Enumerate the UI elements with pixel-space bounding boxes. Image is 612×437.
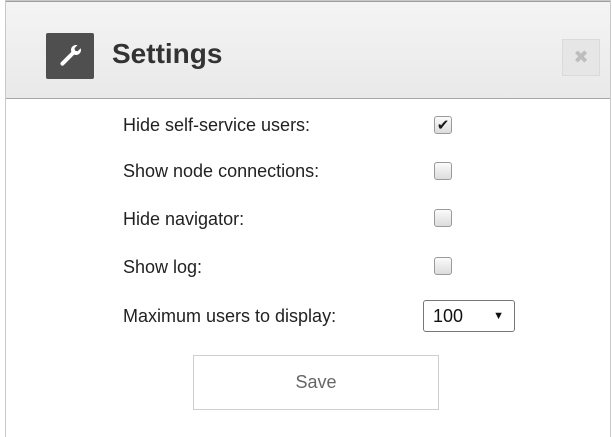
hide-navigator-checkbox[interactable] <box>434 209 452 227</box>
wrench-icon <box>46 33 94 79</box>
settings-dialog: Settings ✖ Hide self-service users: ✔ Sh… <box>5 0 611 437</box>
show-log-label: Show log: <box>123 257 203 277</box>
save-button[interactable]: Save <box>193 355 439 410</box>
hide-self-service-label: Hide self-service users: <box>123 115 311 135</box>
dialog-title: Settings <box>112 38 223 69</box>
max-users-value: 100 <box>433 306 464 326</box>
close-button[interactable]: ✖ <box>562 39 600 76</box>
max-users-select[interactable]: 100 ▼ <box>423 300 515 332</box>
show-node-connections-label: Show node connections: <box>123 161 320 181</box>
hide-self-service-checkbox[interactable]: ✔ <box>434 116 452 134</box>
close-icon: ✖ <box>573 47 589 67</box>
hide-navigator-label: Hide navigator: <box>123 209 245 229</box>
max-users-label: Maximum users to display: <box>123 306 337 326</box>
checkmark-icon: ✔ <box>436 116 450 134</box>
show-log-checkbox[interactable] <box>434 257 452 275</box>
dialog-header: Settings ✖ <box>6 1 610 99</box>
dropdown-arrow-icon: ▼ <box>493 310 504 322</box>
show-node-connections-checkbox[interactable] <box>434 162 452 180</box>
